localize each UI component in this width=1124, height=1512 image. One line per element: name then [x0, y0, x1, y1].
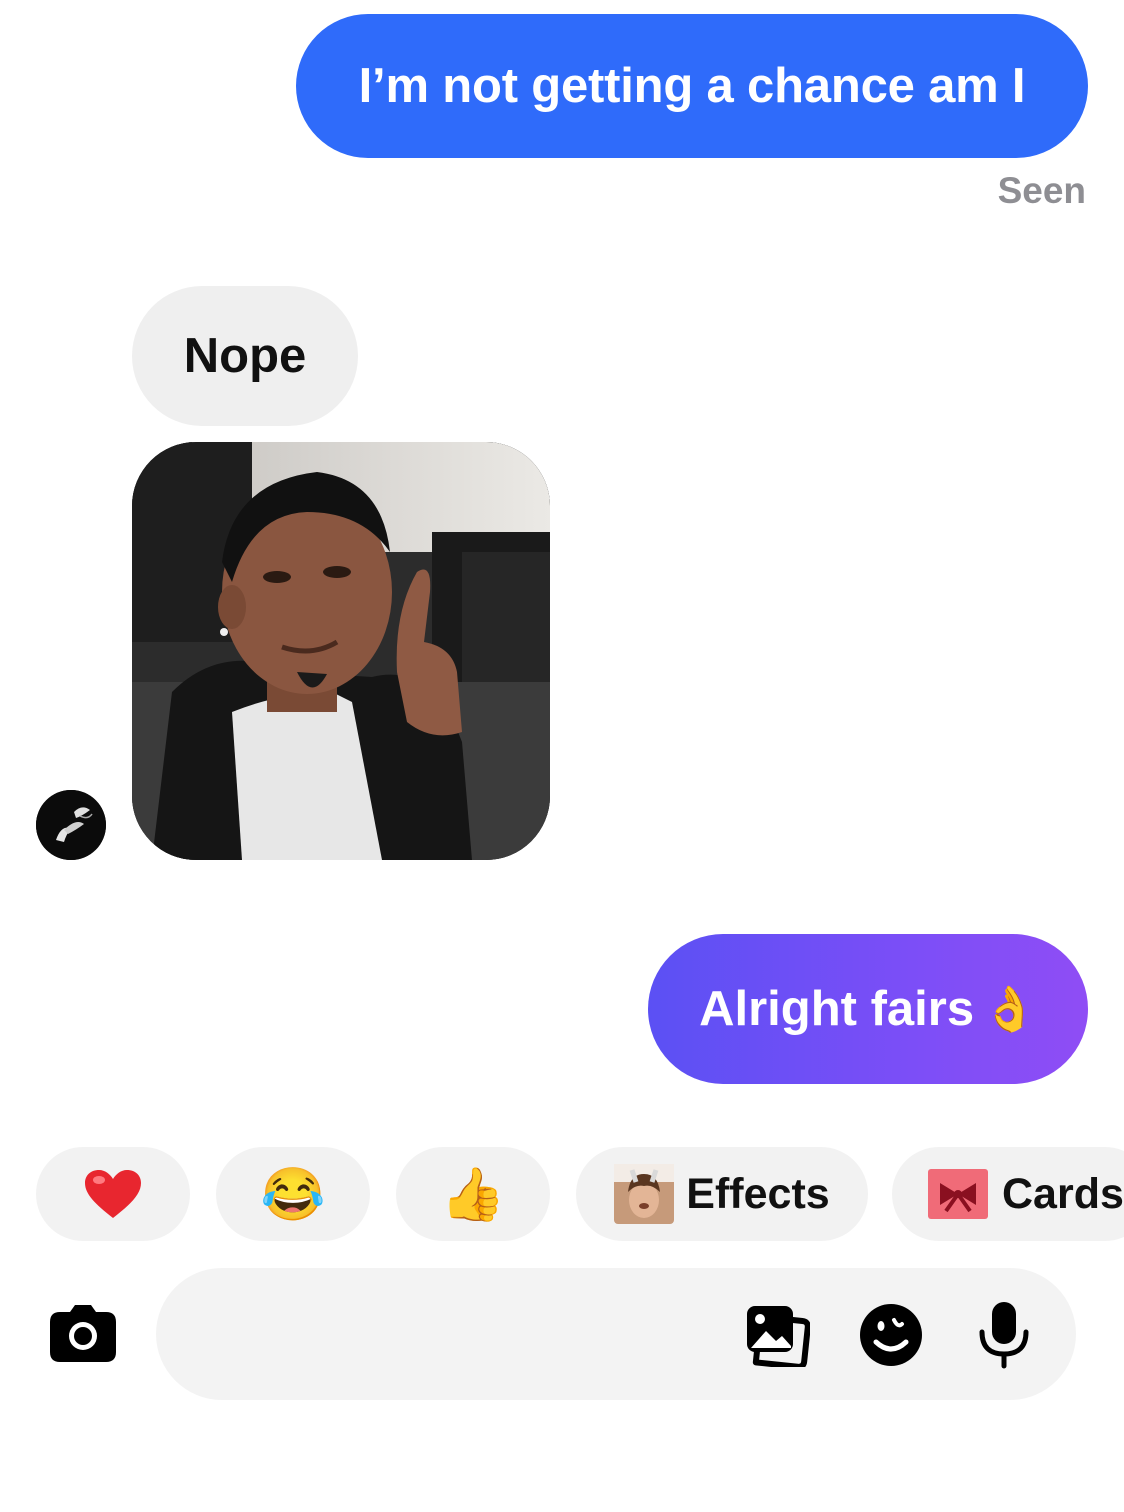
- message-text: Nope: [183, 329, 307, 383]
- gallery-button[interactable]: [744, 1303, 811, 1370]
- gift-card-icon: [928, 1169, 988, 1219]
- sticker-button[interactable]: [858, 1302, 924, 1368]
- ok-hand-emoji: 👌: [982, 985, 1037, 1034]
- microphone-button[interactable]: [976, 1300, 1032, 1370]
- cards-label: Cards: [1002, 1169, 1124, 1218]
- reaction-laugh-button[interactable]: 😂: [216, 1147, 370, 1241]
- message-text: Alright fairs: [699, 982, 975, 1036]
- message-input[interactable]: [156, 1268, 1076, 1400]
- photo-image: [132, 442, 550, 860]
- incoming-photo-message[interactable]: [132, 442, 550, 860]
- reaction-heart-button[interactable]: [36, 1147, 190, 1241]
- outgoing-message-bubble[interactable]: Alright fairs 👌: [648, 934, 1088, 1084]
- seen-status: Seen: [997, 170, 1086, 211]
- heart-icon: [85, 1170, 141, 1218]
- message-text: I’m not getting a chance am I: [358, 59, 1026, 113]
- gallery-icon: [747, 1306, 811, 1370]
- reaction-thumbs-up-button[interactable]: 👍: [396, 1147, 550, 1241]
- thumbs-up-icon: 👍: [440, 1165, 506, 1224]
- cards-button[interactable]: Cards: [892, 1147, 1124, 1241]
- sender-avatar[interactable]: [36, 790, 106, 860]
- effects-label: Effects: [686, 1169, 830, 1218]
- sticker-icon: [860, 1304, 922, 1366]
- camera-icon: [50, 1305, 116, 1362]
- lily-flower-icon: [36, 790, 106, 860]
- laughing-emoji-icon: 😂: [260, 1165, 326, 1224]
- effects-thumbnail-icon: [614, 1164, 675, 1224]
- microphone-icon: [979, 1302, 1029, 1369]
- outgoing-message-bubble[interactable]: I’m not getting a chance am I: [296, 14, 1088, 158]
- effects-button[interactable]: Effects: [576, 1147, 868, 1241]
- camera-button[interactable]: [48, 1302, 118, 1364]
- incoming-message-bubble[interactable]: Nope: [132, 286, 358, 426]
